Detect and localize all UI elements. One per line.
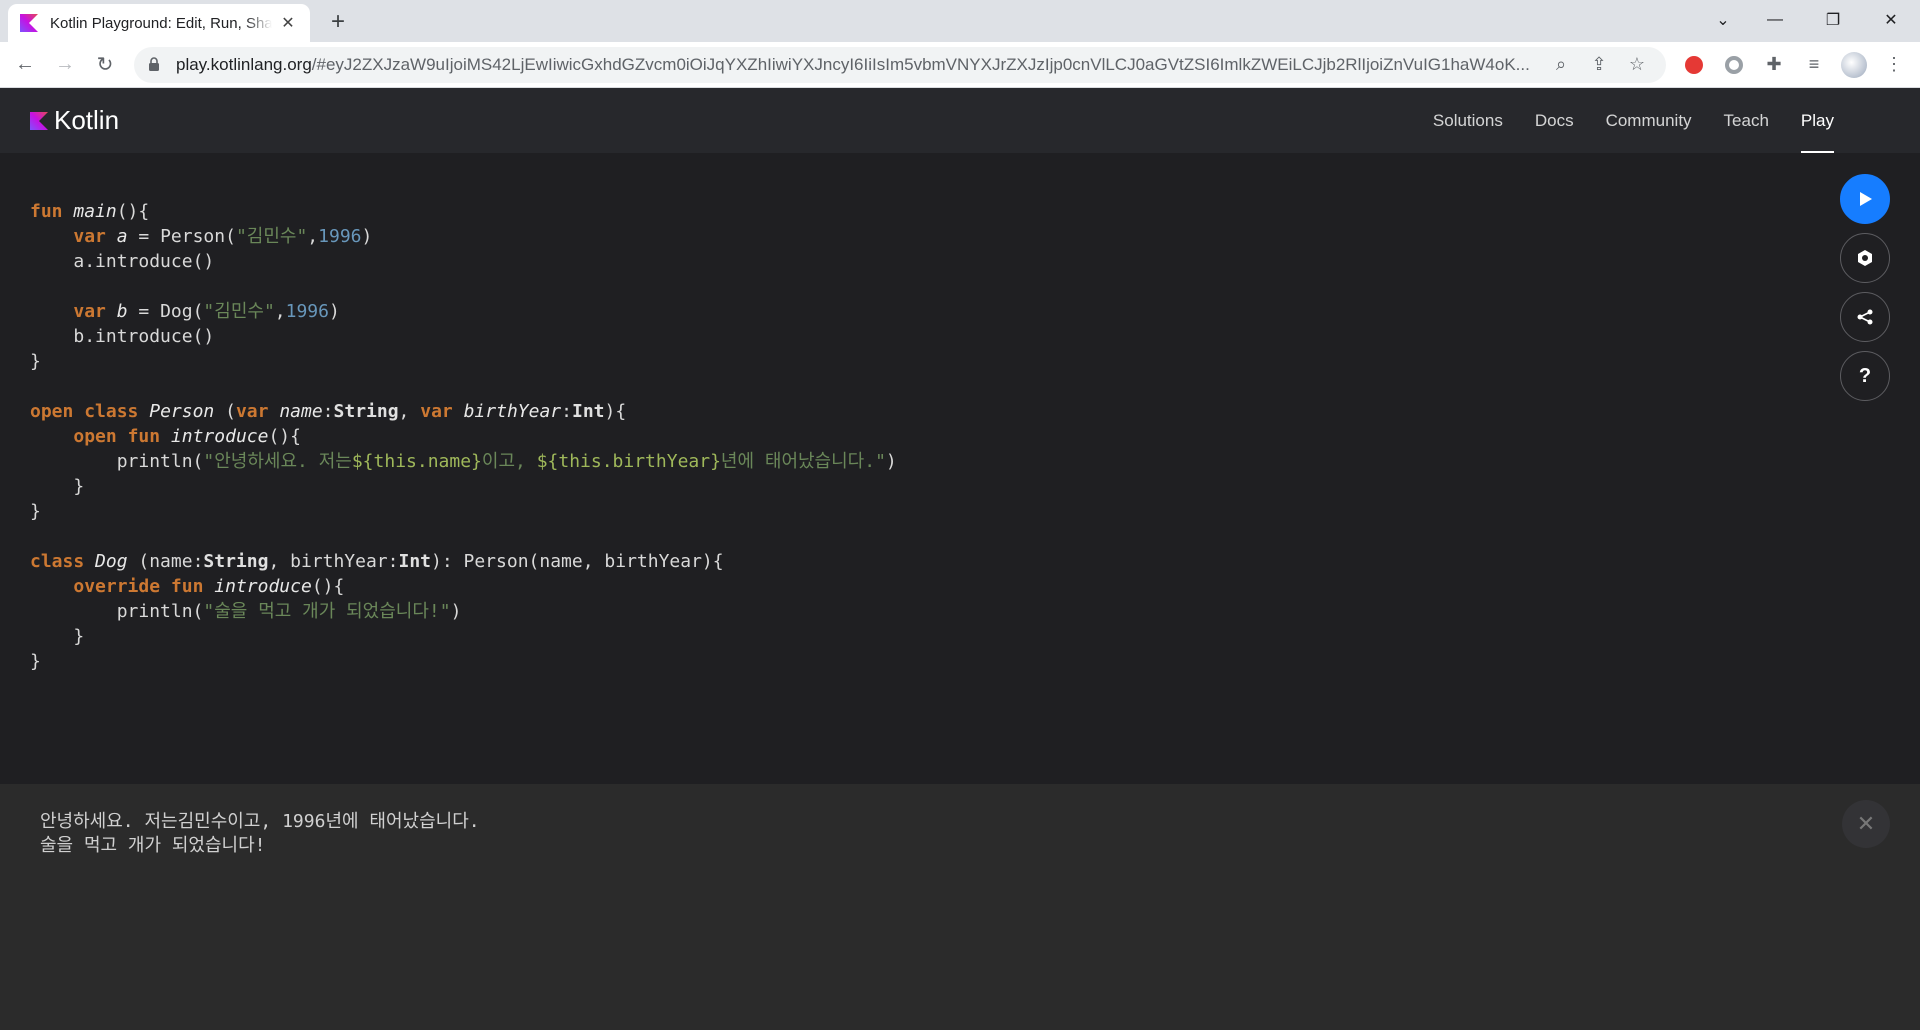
code-line: class Dog (name:String, birthYear:Int): … xyxy=(30,551,724,572)
minimize-icon[interactable]: — xyxy=(1746,0,1804,40)
settings-button[interactable] xyxy=(1840,233,1890,283)
code-line: println("술을 먹고 개가 되었습니다!") xyxy=(116,601,462,622)
code-line: open fun introduce(){ xyxy=(73,426,301,447)
browser-toolbar: ← → ↻ play.kotlinlang.org/#eyJ2ZXJzaW9uI… xyxy=(0,42,1920,88)
code-editor[interactable]: fun main(){ var a = Person("김민수",1996) a… xyxy=(0,153,1920,784)
code-text[interactable]: fun main(){ var a = Person("김민수",1996) a… xyxy=(30,199,897,674)
code-line: a.introduce() xyxy=(73,251,215,272)
code-line: override fun introduce(){ xyxy=(73,576,345,597)
bookmark-star-icon[interactable]: ☆ xyxy=(1618,49,1656,81)
browser-tabstrip: Kotlin Playground: Edit, Run, Share Kotl… xyxy=(0,0,1920,42)
output-line: 술을 먹고 개가 되었습니다! xyxy=(40,835,266,856)
output-line: 안녕하세요. 저는김민수이고, 1996년에 태어났습니다. xyxy=(40,811,480,832)
nav-play[interactable]: Play xyxy=(1800,88,1835,153)
extensions-bar: ✚ ≡ ⋮ xyxy=(1674,47,1914,83)
code-line: println("안녕하세요. 저는${this.name}이고, ${this… xyxy=(116,451,897,472)
tab-title: Kotlin Playground: Edit, Run, Share Kotl… xyxy=(50,14,272,32)
help-button[interactable]: ? xyxy=(1840,351,1890,401)
browser-tab[interactable]: Kotlin Playground: Edit, Run, Share Kotl… xyxy=(8,4,310,42)
run-button[interactable] xyxy=(1840,174,1890,224)
share-icon xyxy=(1857,309,1873,325)
tab-search-icon[interactable]: ⌄ xyxy=(1700,0,1746,40)
play-icon xyxy=(1860,192,1872,206)
back-icon[interactable]: ← xyxy=(6,46,44,84)
window-close-icon[interactable]: ✕ xyxy=(1862,0,1920,40)
code-line: } xyxy=(73,476,85,497)
tab-close-icon[interactable]: ✕ xyxy=(278,13,298,33)
forward-icon[interactable]: → xyxy=(46,46,84,84)
kotlin-logo[interactable]: Kotlin xyxy=(30,105,119,136)
new-tab-button[interactable]: + xyxy=(324,8,352,36)
profile-avatar[interactable] xyxy=(1841,51,1867,78)
browser-menu-icon[interactable]: ⋮ xyxy=(1874,47,1914,83)
close-output-button[interactable]: ✕ xyxy=(1842,800,1890,848)
code-line: open class Person (var name:String, var … xyxy=(30,401,627,422)
nav-solutions[interactable]: Solutions xyxy=(1433,88,1503,153)
url-text[interactable]: play.kotlinlang.org/#eyJ2ZXJzaW9uIjoiMS4… xyxy=(176,55,1542,75)
hexagon-icon xyxy=(1858,250,1872,266)
window-controls: ⌄ — ❐ ✕ xyxy=(1700,0,1920,40)
output-text: 안녕하세요. 저는김민수이고, 1996년에 태어났습니다. 술을 먹고 개가 … xyxy=(40,810,480,858)
site-header: Kotlin Solutions Docs Community Teach Pl… xyxy=(0,88,1920,153)
output-panel: 안녕하세요. 저는김민수이고, 1996년에 태어났습니다. 술을 먹고 개가 … xyxy=(0,784,1920,1030)
media-control-icon[interactable]: ≡ xyxy=(1794,47,1834,83)
code-line: } xyxy=(73,626,85,647)
code-line: } xyxy=(30,351,41,372)
code-line: var a = Person("김민수",1996) xyxy=(73,226,373,247)
extensions-puzzle-icon[interactable]: ✚ xyxy=(1754,47,1794,83)
question-icon: ? xyxy=(1858,364,1872,387)
extension-red-icon[interactable] xyxy=(1674,47,1714,83)
address-bar[interactable]: play.kotlinlang.org/#eyJ2ZXJzaW9uIjoiMS4… xyxy=(134,46,1666,83)
code-line: var b = Dog("김민수",1996) xyxy=(73,301,340,322)
code-line: } xyxy=(30,501,41,522)
nav-docs[interactable]: Docs xyxy=(1535,88,1574,153)
reload-icon[interactable]: ↻ xyxy=(86,46,124,84)
code-line: } xyxy=(30,651,41,672)
restore-icon[interactable]: ❐ xyxy=(1804,0,1862,40)
zoom-icon[interactable]: ⌕ xyxy=(1542,49,1580,81)
site-nav: Solutions Docs Community Teach Play xyxy=(1401,88,1835,153)
code-line: b.introduce() xyxy=(73,326,215,347)
kotlin-favicon-icon xyxy=(20,14,38,32)
lock-icon[interactable] xyxy=(148,57,162,72)
nav-community[interactable]: Community xyxy=(1606,88,1692,153)
kotlin-logo-icon xyxy=(30,111,48,130)
share-button[interactable] xyxy=(1840,292,1890,342)
code-line: fun main(){ xyxy=(30,201,150,222)
brand-name: Kotlin xyxy=(54,105,120,135)
nav-teach[interactable]: Teach xyxy=(1724,88,1769,153)
close-icon: ✕ xyxy=(1856,811,1876,836)
share-page-icon[interactable]: ⇪ xyxy=(1580,49,1618,81)
extension-circle-icon[interactable] xyxy=(1714,47,1754,83)
